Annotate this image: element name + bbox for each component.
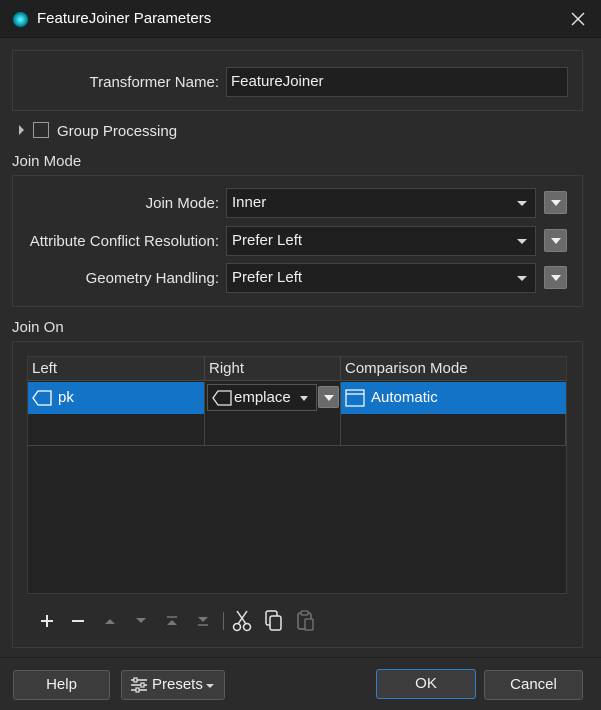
left-attribute-value: pk — [58, 389, 74, 406]
attribute-icon — [32, 390, 52, 406]
chevron-down-icon — [517, 276, 527, 281]
toolbar-separator — [223, 612, 224, 630]
geometry-handling-options-button[interactable] — [544, 266, 567, 289]
join-mode-value: Inner — [232, 194, 267, 211]
move-top-icon[interactable] — [161, 610, 183, 632]
remove-icon[interactable] — [67, 610, 89, 632]
help-button[interactable]: Help — [13, 670, 110, 700]
chevron-down-icon — [206, 684, 214, 688]
ok-button-label: OK — [415, 675, 437, 692]
group-processing-checkbox[interactable] — [33, 122, 49, 138]
attribute-conflict-select[interactable]: Prefer Left — [226, 226, 536, 256]
chevron-down-icon — [551, 275, 561, 281]
close-icon — [571, 12, 585, 26]
cancel-button-label: Cancel — [510, 676, 557, 693]
right-attribute-value: emplace — [234, 389, 291, 406]
paste-icon[interactable] — [295, 610, 317, 632]
chevron-down-icon — [517, 239, 527, 244]
copy-icon[interactable] — [263, 610, 285, 632]
help-button-label: Help — [46, 676, 77, 693]
title-bar: FeatureJoiner Parameters — [0, 0, 601, 38]
add-icon[interactable] — [36, 610, 58, 632]
geometry-handling-label: Geometry Handling: — [85, 270, 219, 287]
comparison-mode-cell[interactable]: Automatic — [341, 382, 566, 414]
right-attribute-cell[interactable]: emplace — [205, 382, 341, 414]
join-mode-options-button[interactable] — [544, 191, 567, 214]
move-bottom-icon[interactable] — [192, 610, 214, 632]
presets-button-label: Presets — [152, 676, 203, 693]
attribute-conflict-options-button[interactable] — [544, 229, 567, 252]
chevron-down-icon — [517, 201, 527, 206]
presets-icon — [131, 677, 147, 693]
geometry-handling-value: Prefer Left — [232, 269, 303, 286]
transformer-name-input[interactable]: FeatureJoiner — [226, 67, 568, 97]
join-mode-section-title: Join Mode — [12, 153, 82, 170]
join-on-table: Left Right Comparison Mode pk emplace Au… — [27, 356, 567, 594]
table-row-empty[interactable] — [28, 414, 566, 446]
fme-app-icon — [12, 11, 29, 28]
group-processing-label: Group Processing — [57, 123, 178, 140]
column-header-left[interactable]: Left — [28, 357, 205, 381]
join-mode-label: Join Mode: — [145, 195, 219, 212]
cancel-button[interactable]: Cancel — [484, 670, 583, 700]
column-header-comparison-mode[interactable]: Comparison Mode — [341, 357, 566, 381]
empty-left-cell[interactable] — [28, 414, 205, 446]
chevron-down-icon — [551, 200, 561, 206]
column-header-right[interactable]: Right — [205, 357, 341, 381]
chevron-down-icon — [324, 395, 334, 401]
right-attribute-options-button[interactable] — [318, 386, 339, 408]
attribute-conflict-value: Prefer Left — [232, 232, 303, 249]
ok-button[interactable]: OK — [376, 669, 476, 699]
table-row[interactable]: pk emplace Automatic — [28, 382, 566, 414]
empty-right-cell[interactable] — [205, 414, 341, 446]
attribute-icon — [212, 390, 232, 406]
comparison-mode-value: Automatic — [371, 389, 438, 406]
presets-button[interactable]: Presets — [121, 670, 225, 700]
move-down-icon[interactable] — [130, 610, 152, 632]
cut-icon[interactable] — [231, 610, 253, 632]
join-mode-select[interactable]: Inner — [226, 188, 536, 218]
footer-divider — [0, 657, 601, 658]
attribute-conflict-label: Attribute Conflict Resolution: — [29, 233, 219, 250]
window-title: FeatureJoiner Parameters — [37, 10, 212, 27]
join-on-section-title: Join On — [12, 319, 64, 336]
group-processing-expander-icon[interactable] — [19, 125, 24, 135]
close-button[interactable] — [555, 0, 601, 38]
geometry-handling-select[interactable]: Prefer Left — [226, 263, 536, 293]
chevron-down-icon — [300, 396, 308, 401]
right-attribute-select[interactable]: emplace — [207, 384, 317, 411]
move-up-icon[interactable] — [99, 610, 121, 632]
chevron-down-icon — [551, 238, 561, 244]
left-attribute-cell[interactable]: pk — [28, 382, 205, 414]
empty-comparison-cell[interactable] — [341, 414, 566, 446]
transformer-name-label: Transformer Name: — [89, 74, 219, 91]
table-header: Left Right Comparison Mode — [28, 357, 566, 381]
comparison-mode-icon — [345, 389, 365, 407]
